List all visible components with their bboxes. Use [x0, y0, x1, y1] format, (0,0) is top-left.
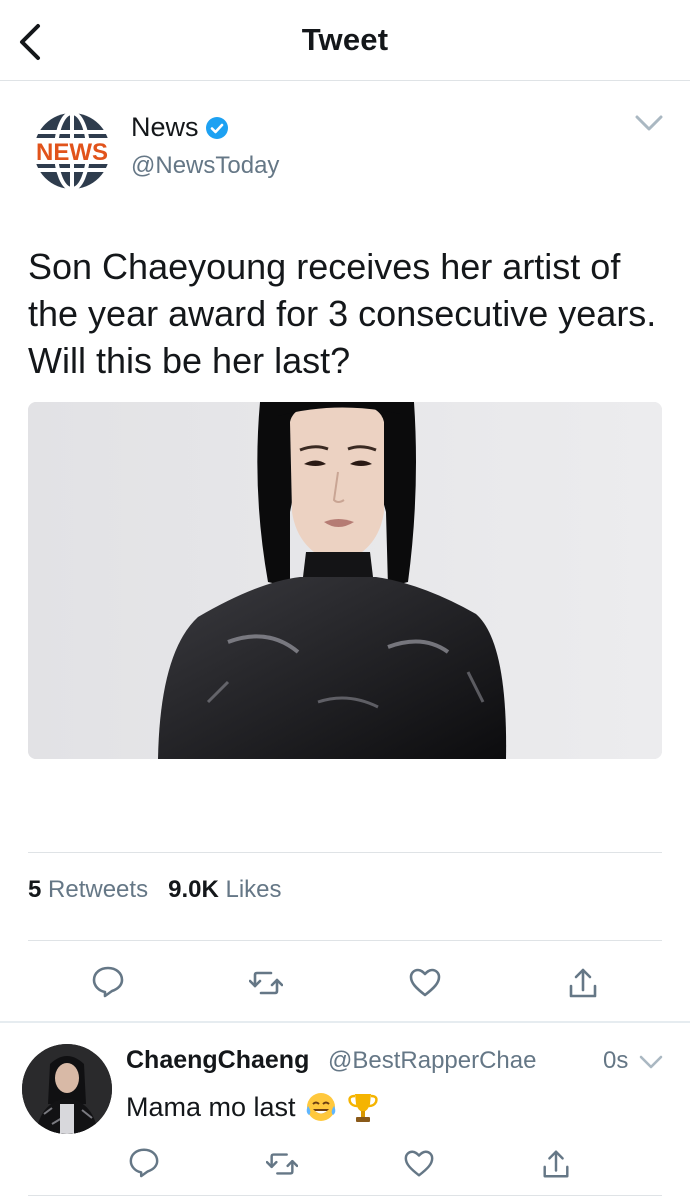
share-icon[interactable]: [566, 966, 600, 1000]
stats-divider-bottom: [28, 940, 662, 941]
likes-stat[interactable]: 9.0K Likes: [168, 876, 281, 903]
retweets-count: 5: [28, 876, 42, 903]
reply-share-icon[interactable]: [540, 1148, 572, 1180]
trophy-emoji-icon: [347, 1094, 378, 1122]
like-icon[interactable]: [408, 966, 442, 1000]
news-logo[interactable]: NEWS: [30, 108, 114, 194]
reply-like-icon[interactable]: [403, 1148, 435, 1180]
news-logo-text: NEWS: [36, 139, 108, 166]
stats-divider-top: [28, 852, 662, 853]
reply-icon[interactable]: [91, 964, 125, 998]
chevron-down-icon[interactable]: [633, 112, 665, 134]
reply-retweet-icon[interactable]: [266, 1148, 298, 1180]
header-divider: [0, 80, 690, 81]
tears-of-joy-emoji-icon: [306, 1093, 335, 1121]
reply-chevron-down-icon[interactable]: [638, 1053, 664, 1071]
author-name[interactable]: News: [131, 112, 199, 143]
tweet-stats: 5 Retweets 9.0K Likes: [28, 876, 282, 904]
author-name-row[interactable]: News: [131, 112, 229, 143]
likes-count: 9.0K: [168, 876, 219, 903]
retweets-stat[interactable]: 5 Retweets: [28, 876, 155, 903]
tweet-media-image[interactable]: [28, 402, 662, 759]
page-title: Tweet: [301, 22, 389, 57]
reply-reply-icon[interactable]: [128, 1146, 160, 1178]
author-handle[interactable]: @NewsToday: [131, 152, 279, 180]
verified-badge-icon: [205, 116, 228, 139]
reply-text: Mama mo last: [126, 1091, 296, 1122]
reply-avatar[interactable]: [22, 1044, 112, 1134]
likes-label: Likes: [225, 876, 282, 903]
bottom-divider: [28, 1195, 662, 1196]
reply-timestamp: 0s: [603, 1047, 629, 1074]
retweet-icon[interactable]: [249, 966, 283, 1000]
reply-text-row: Mama mo last: [126, 1090, 380, 1124]
tweet-text: Son Chaeyoung receives her artist of the…: [28, 246, 657, 381]
reply-author-name[interactable]: ChaengChaeng: [126, 1046, 309, 1075]
reply-separator: [0, 1021, 690, 1023]
reply-author-handle[interactable]: @BestRapperChae: [328, 1047, 536, 1075]
retweets-label: Retweets: [48, 876, 149, 903]
